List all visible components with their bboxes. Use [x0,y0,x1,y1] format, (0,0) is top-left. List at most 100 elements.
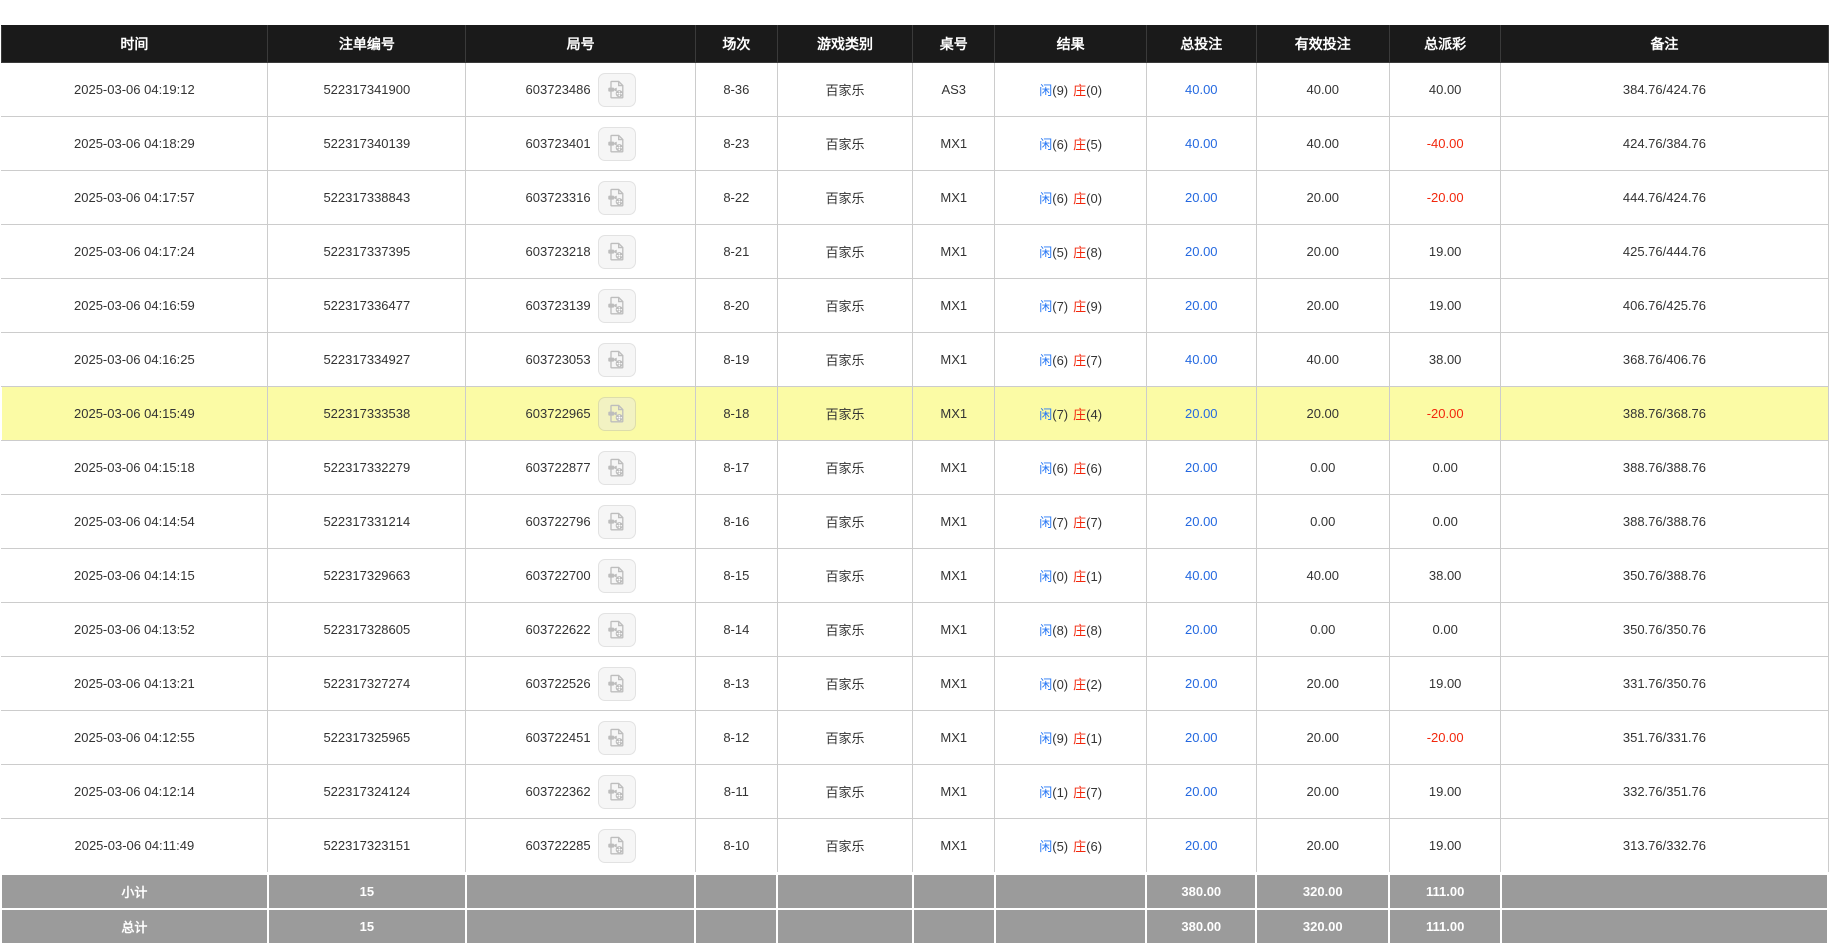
result-banker-score: (0) [1086,191,1102,206]
cell-remark: 388.76/388.76 [1501,441,1828,495]
cell-session: 8-19 [695,333,777,387]
cell-remark: 331.76/350.76 [1501,657,1828,711]
cell-time: 2025-03-06 04:12:14 [1,765,268,819]
video-replay-button[interactable] [598,613,636,647]
cell-valid-bet: 20.00 [1256,711,1389,765]
total-bet-link[interactable]: 20.00 [1185,460,1218,475]
result-player-score: (9) [1052,731,1068,746]
result-banker-score: (7) [1086,785,1102,800]
footer-empty-cell [995,909,1147,944]
cell-total-bet: 20.00 [1146,171,1256,225]
video-replay-button[interactable] [598,343,636,377]
cell-table-no: MX1 [913,171,995,225]
cell-payout: 19.00 [1389,279,1500,333]
cell-total-bet: 40.00 [1146,549,1256,603]
video-replay-button[interactable] [598,505,636,539]
result-banker-score: (0) [1086,83,1102,98]
video-file-icon [606,79,627,100]
result-banker-label: 庄 [1073,623,1086,638]
cell-session: 8-21 [695,225,777,279]
cell-game-type: 百家乐 [777,63,912,117]
cell-bet-no: 522317332279 [268,441,466,495]
cell-round-no: 603722965 [466,387,695,441]
total-bet-link[interactable]: 40.00 [1185,82,1218,97]
result-banker-score: (4) [1086,407,1102,422]
total-bet-link[interactable]: 40.00 [1185,568,1218,583]
round-no-value: 603722451 [526,730,591,745]
total-bet-link[interactable]: 20.00 [1185,784,1218,799]
video-replay-button[interactable] [598,721,636,755]
result-banker-score: (7) [1086,353,1102,368]
result-player-label: 闲 [1039,569,1052,584]
cell-payout: -40.00 [1389,117,1500,171]
total-bet-link[interactable]: 20.00 [1185,838,1218,853]
grand-total-label: 总计 [1,909,268,944]
total-bet-link[interactable]: 20.00 [1185,406,1218,421]
cell-payout: 0.00 [1389,441,1500,495]
cell-valid-bet: 0.00 [1256,495,1389,549]
cell-table-no: MX1 [913,711,995,765]
col-header-valid-bet: 有效投注 [1256,26,1389,63]
total-bet-link[interactable]: 20.00 [1185,730,1218,745]
cell-round-no: 603722451 [466,711,695,765]
result-player-label: 闲 [1039,677,1052,692]
table-row: 2025-03-06 04:18:29 522317340139 6037234… [1,117,1828,171]
cell-result: 闲(6)庄(6) [995,441,1147,495]
total-bet-link[interactable]: 40.00 [1185,352,1218,367]
total-bet-link[interactable]: 20.00 [1185,622,1218,637]
footer-empty-cell [777,874,912,910]
total-bet-link[interactable]: 20.00 [1185,514,1218,529]
col-header-total-bet: 总投注 [1146,26,1256,63]
video-replay-button[interactable] [598,559,636,593]
round-no-value: 603722965 [526,406,591,421]
result-banker-label: 庄 [1073,731,1086,746]
video-replay-button[interactable] [598,127,636,161]
cell-round-no: 603722526 [466,657,695,711]
table-row: 2025-03-06 04:12:55 522317325965 6037224… [1,711,1828,765]
table-row: 2025-03-06 04:14:54 522317331214 6037227… [1,495,1828,549]
total-bet-link[interactable]: 40.00 [1185,136,1218,151]
video-replay-button[interactable] [598,397,636,431]
result-player-label: 闲 [1039,245,1052,260]
total-bet-link[interactable]: 20.00 [1185,676,1218,691]
cell-result: 闲(7)庄(9) [995,279,1147,333]
total-bet-link[interactable]: 20.00 [1185,298,1218,313]
result-banker-label: 庄 [1073,839,1086,854]
cell-round-no: 603722700 [466,549,695,603]
video-replay-button[interactable] [598,667,636,701]
video-replay-button[interactable] [598,181,636,215]
video-file-icon [606,133,627,154]
cell-total-bet: 40.00 [1146,333,1256,387]
cell-result: 闲(5)庄(6) [995,819,1147,874]
result-banker-score: (1) [1086,569,1102,584]
video-replay-button[interactable] [598,289,636,323]
video-replay-button[interactable] [598,73,636,107]
result-banker-label: 庄 [1073,569,1086,584]
cell-time: 2025-03-06 04:18:29 [1,117,268,171]
cell-time: 2025-03-06 04:11:49 [1,819,268,874]
round-no-value: 603723486 [526,82,591,97]
cell-game-type: 百家乐 [777,117,912,171]
cell-table-no: MX1 [913,603,995,657]
cell-table-no: MX1 [913,765,995,819]
cell-payout: 38.00 [1389,333,1500,387]
round-no-value: 603722526 [526,676,591,691]
result-banker-score: (5) [1086,137,1102,152]
cell-payout: 38.00 [1389,549,1500,603]
cell-total-bet: 20.00 [1146,495,1256,549]
cell-session: 8-14 [695,603,777,657]
cell-session: 8-15 [695,549,777,603]
video-replay-button[interactable] [598,235,636,269]
result-player-score: (7) [1052,299,1068,314]
total-bet-link[interactable]: 20.00 [1185,244,1218,259]
cell-time: 2025-03-06 04:16:25 [1,333,268,387]
video-replay-button[interactable] [598,775,636,809]
cell-table-no: MX1 [913,279,995,333]
video-replay-button[interactable] [598,451,636,485]
total-bet-link[interactable]: 20.00 [1185,190,1218,205]
cell-game-type: 百家乐 [777,549,912,603]
result-player-label: 闲 [1039,461,1052,476]
cell-time: 2025-03-06 04:15:18 [1,441,268,495]
video-file-icon [606,835,627,856]
video-replay-button[interactable] [598,829,636,863]
